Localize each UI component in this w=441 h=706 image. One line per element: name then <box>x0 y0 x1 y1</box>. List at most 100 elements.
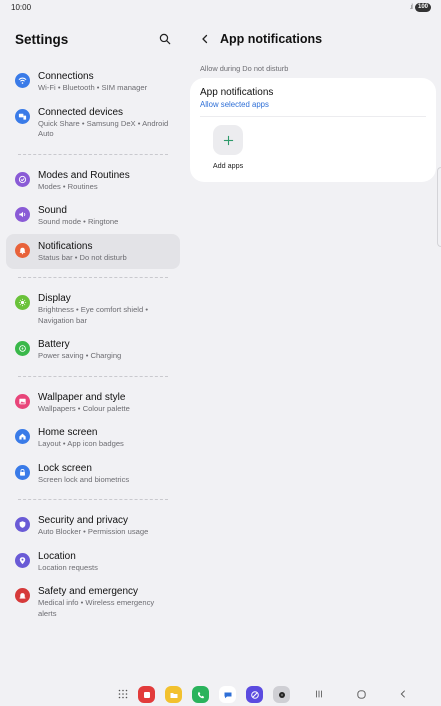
add-apps-button[interactable]: Add apps <box>200 125 256 170</box>
back-nav-button[interactable] <box>397 688 409 700</box>
phone-icon <box>197 691 204 698</box>
menu-item-lock-screen[interactable]: Lock screen Screen lock and biometrics <box>6 456 180 492</box>
dock-app-files[interactable] <box>165 686 182 703</box>
menu-sub: Wallpapers • Colour palette <box>38 403 130 413</box>
page-title: App notifications <box>220 32 323 46</box>
location-pin-icon <box>15 552 30 568</box>
menu-item-home-screen[interactable]: Home screen Layout • App icon badges <box>6 420 180 456</box>
menu-label: Connected devices <box>38 106 124 118</box>
recents-icon <box>316 690 322 698</box>
bell-icon <box>15 242 30 258</box>
app-notifications-setting[interactable]: App notifications Allow selected apps <box>200 86 426 110</box>
settings-title: Settings <box>15 31 69 47</box>
edge-panel-handle[interactable] <box>437 167 441 247</box>
back-nav-icon <box>400 690 405 698</box>
menu-sub: Quick Share • Samsung DeX • Android Auto <box>38 118 169 139</box>
menu-item-security-privacy[interactable]: Security and privacy Auto Blocker • Perm… <box>6 508 180 544</box>
home-circle-icon <box>356 689 366 699</box>
status-indicators: .ıl 100 <box>409 2 431 12</box>
menu-item-wallpaper[interactable]: Wallpaper and style Wallpapers • Colour … <box>6 385 180 421</box>
battery-level: 100 <box>414 2 431 12</box>
back-button[interactable] <box>198 32 212 46</box>
menu-sub: Auto Blocker • Permission usage <box>38 527 149 536</box>
navigation-bar <box>0 682 441 706</box>
menu-label: Home screen <box>38 427 98 438</box>
lock-icon <box>15 464 30 480</box>
menu-label: Lock screen <box>38 462 92 474</box>
app-notifications-header: App notifications <box>190 14 441 64</box>
menu-sub: Status bar • Do not disturb <box>38 252 127 262</box>
menu-item-modes-routines[interactable]: Modes and Routines Modes • Routines <box>6 163 180 199</box>
add-button[interactable] <box>213 125 243 155</box>
menu-sub: Medical info • Wireless emergency alerts <box>38 598 155 618</box>
apps-grid-icon[interactable] <box>118 689 128 699</box>
setting-title: App notifications <box>200 87 274 98</box>
app-notifications-pane: App notifications Allow during Do not di… <box>190 14 441 682</box>
dock-app-notes[interactable] <box>138 686 155 703</box>
menu-label: Display <box>38 293 71 304</box>
screen: 10:00 .ıl 100 Settings Connections Wi-Fi… <box>0 0 441 706</box>
menu-label: Modes and Routines <box>38 169 130 181</box>
setting-value: Allow selected apps <box>200 100 269 109</box>
menu-label: Sound <box>38 205 67 216</box>
wifi-icon <box>15 73 30 88</box>
menu-item-sound[interactable]: Sound Sound mode • Ringtone <box>6 198 180 234</box>
menu-sub: Power saving • Charging <box>38 351 122 360</box>
settings-header: Settings <box>0 14 186 64</box>
dock-app-camera[interactable] <box>273 686 290 703</box>
divider <box>200 116 426 117</box>
search-icon <box>159 33 171 45</box>
menu-sub: Screen lock and biometrics <box>38 474 130 484</box>
menu-label: Security and privacy <box>38 515 129 526</box>
menu-sub: Wi-Fi • Bluetooth • SIM manager <box>38 83 148 92</box>
menu-item-display[interactable]: Display Brightness • Eye comfort shield … <box>6 286 180 332</box>
settings-menu: Connections Wi-Fi • Bluetooth • SIM mana… <box>0 64 186 625</box>
menu-sub: Brightness • Eye comfort shield • Naviga… <box>38 305 148 325</box>
shield-icon <box>15 517 30 532</box>
home-icon <box>15 429 30 444</box>
menu-item-connected-devices[interactable]: Connected devices Quick Share • Samsung … <box>6 100 180 146</box>
divider <box>18 375 168 377</box>
emergency-icon <box>15 588 30 603</box>
menu-label: Safety and emergency <box>38 586 139 597</box>
devices-icon <box>15 108 30 124</box>
add-apps-label: Add apps <box>212 161 244 170</box>
plus-icon <box>223 135 233 145</box>
status-time: 10:00 <box>11 2 32 12</box>
menu-label: Connections <box>38 71 94 82</box>
menu-sub: Layout • App icon badges <box>38 439 124 448</box>
divider <box>18 153 168 155</box>
menu-sub: Modes • Routines <box>38 181 98 191</box>
settings-pane[interactable]: Settings Connections Wi-Fi • Bluetooth •… <box>0 14 186 682</box>
menu-item-safety-emergency[interactable]: Safety and emergency Medical info • Wire… <box>6 579 180 625</box>
check-circle-icon <box>15 171 30 187</box>
dock-app-messages[interactable] <box>219 686 236 703</box>
divider <box>18 277 168 278</box>
menu-item-notifications[interactable]: Notifications Status bar • Do not distur… <box>6 233 180 269</box>
dock-app-phone[interactable] <box>192 686 209 703</box>
message-icon <box>224 692 231 698</box>
camera-icon <box>278 691 285 698</box>
folder-icon <box>170 692 177 698</box>
menu-sub: Sound mode • Ringtone <box>38 217 119 226</box>
menu-item-battery[interactable]: Battery Power saving • Charging <box>6 332 180 368</box>
status-bar: 10:00 .ıl 100 <box>0 0 441 14</box>
menu-label: Battery <box>38 339 70 350</box>
speaker-icon <box>15 207 30 222</box>
menu-label: Location <box>38 550 76 562</box>
battery-icon <box>15 341 30 356</box>
home-button[interactable] <box>355 688 367 700</box>
menu-item-connections[interactable]: Connections Wi-Fi • Bluetooth • SIM mana… <box>6 64 180 100</box>
section-label: Allow during Do not disturb <box>200 64 289 73</box>
menu-label: Notifications <box>38 240 93 252</box>
recent-apps-button[interactable] <box>313 688 325 700</box>
sun-icon <box>15 295 30 310</box>
chevron-left-icon <box>202 34 208 44</box>
dock-app-internet[interactable] <box>246 686 263 703</box>
menu-label: Wallpaper and style <box>38 391 126 403</box>
menu-item-location[interactable]: Location Location requests <box>6 544 180 580</box>
search-button[interactable] <box>158 32 172 46</box>
signal-icon: .ıl <box>409 3 414 11</box>
image-icon <box>15 393 30 409</box>
menu-sub: Location requests <box>38 562 98 572</box>
